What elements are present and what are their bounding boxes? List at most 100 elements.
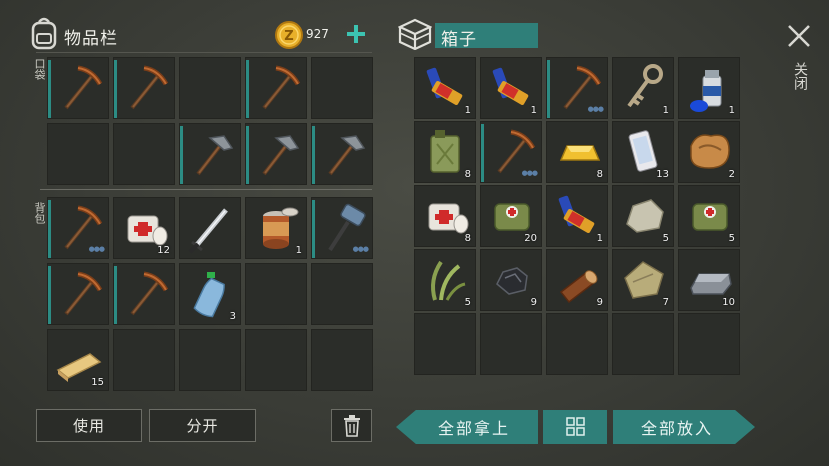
split-button[interactable]: 分开 — [149, 409, 256, 442]
leather-icon — [690, 134, 730, 169]
inventory-slot[interactable] — [678, 313, 740, 375]
svg-text:Z: Z — [284, 29, 293, 44]
pickaxe-icon — [262, 65, 301, 110]
inventory-slot[interactable] — [113, 57, 175, 119]
add-coins-button[interactable] — [344, 20, 368, 48]
inventory-slot[interactable] — [311, 57, 373, 119]
item-count: 1 — [596, 233, 603, 244]
inventory-slot[interactable]: 8 — [414, 121, 476, 183]
durability-bar — [246, 126, 249, 184]
coin-icon: Z — [275, 21, 303, 49]
item-count: 10 — [722, 297, 735, 308]
inventory-slot[interactable]: 3 — [179, 263, 241, 325]
inventory-slot[interactable]: 1 — [678, 57, 740, 119]
inventory-slot[interactable]: ●●● — [480, 121, 542, 183]
inventory-slot[interactable] — [47, 57, 109, 119]
item-count: 5 — [662, 233, 669, 244]
take-all-label: 全部拿上 — [437, 419, 510, 438]
inventory-slot[interactable]: ●●● — [47, 197, 109, 259]
inventory-slot[interactable]: 8 — [546, 121, 608, 183]
durability-bar — [312, 200, 315, 258]
battery-icon — [492, 67, 529, 105]
inventory-slot[interactable] — [311, 329, 373, 391]
durability-bar — [48, 200, 51, 258]
use-button[interactable]: 使用 — [36, 409, 142, 442]
inventory-slot[interactable]: 12 — [113, 197, 175, 259]
item-count: 15 — [91, 377, 104, 388]
inventory-slot[interactable]: 5 — [678, 185, 740, 247]
item-count: 8 — [596, 169, 603, 180]
inventory-slot[interactable] — [179, 197, 241, 259]
inventory-slot[interactable] — [245, 329, 307, 391]
take-all-button[interactable]: 全部拿上 — [396, 410, 538, 444]
inventory-slot[interactable]: 15 — [47, 329, 109, 391]
inventory-slot[interactable] — [47, 263, 109, 325]
inventory-slot[interactable]: 1 — [546, 185, 608, 247]
durability-bar — [481, 124, 484, 182]
inventory-slot[interactable] — [179, 329, 241, 391]
chest-title: 箱子 — [441, 30, 477, 50]
inventory-slot[interactable] — [311, 263, 373, 325]
canned-food-icon — [263, 207, 299, 249]
inventory-slot[interactable] — [179, 57, 241, 119]
item-count: 12 — [157, 245, 170, 256]
inventory-slot[interactable]: ●●● — [546, 57, 608, 119]
inventory-slot[interactable]: 20 — [480, 185, 542, 247]
sort-button[interactable] — [543, 410, 607, 444]
backpack-label: 背包 — [33, 202, 46, 224]
inventory-slot[interactable]: 5 — [414, 249, 476, 311]
item-count: 20 — [524, 233, 537, 244]
inventory-slot[interactable] — [113, 329, 175, 391]
close-label[interactable]: 关闭 — [790, 62, 810, 90]
inventory-slot[interactable]: 1 — [414, 57, 476, 119]
item-count: 5 — [464, 297, 471, 308]
item-count: 5 — [728, 233, 735, 244]
trash-button[interactable] — [331, 409, 372, 442]
inventory-slot[interactable] — [612, 313, 674, 375]
inventory-slot[interactable] — [546, 313, 608, 375]
durability-bar — [312, 126, 315, 184]
grid-icon — [566, 417, 585, 436]
inventory-slot[interactable] — [480, 313, 542, 375]
trash-icon — [343, 414, 360, 437]
stone-pickaxe-icon — [262, 135, 300, 176]
coin-count: 927 — [306, 27, 329, 41]
cloth-icon — [624, 261, 664, 299]
spray-can-icon — [690, 70, 722, 112]
inventory-slot[interactable]: 5 — [612, 185, 674, 247]
battery-icon — [426, 67, 463, 105]
inventory-slot[interactable]: 1 — [480, 57, 542, 119]
inventory-slot[interactable] — [47, 123, 109, 185]
inventory-slot[interactable] — [245, 263, 307, 325]
inventory-slot[interactable]: 2 — [678, 121, 740, 183]
first-aid-bag-icon — [692, 203, 728, 231]
upgrade-dots: ●●● — [587, 105, 604, 113]
inventory-slot[interactable] — [245, 57, 307, 119]
inventory-slot[interactable]: 13 — [612, 121, 674, 183]
put-all-button[interactable]: 全部放入 — [613, 410, 755, 444]
inventory-slot[interactable]: 7 — [612, 249, 674, 311]
inventory-slot[interactable] — [311, 123, 373, 185]
inventory-slot[interactable]: 1 — [612, 57, 674, 119]
close-button[interactable] — [785, 22, 813, 50]
inventory-slot[interactable]: 1 — [245, 197, 307, 259]
inventory-slot[interactable] — [113, 263, 175, 325]
inventory-slot[interactable] — [113, 123, 175, 185]
inventory-slot[interactable]: 9 — [546, 249, 608, 311]
item-count: 1 — [464, 105, 471, 116]
water-bottle-icon — [193, 272, 225, 318]
durability-bar — [48, 60, 51, 118]
inventory-slot[interactable]: 10 — [678, 249, 740, 311]
stone-pickaxe-icon — [196, 135, 234, 176]
inventory-slot[interactable] — [414, 313, 476, 375]
inventory-slot[interactable] — [245, 123, 307, 185]
plus-icon — [347, 25, 365, 43]
item-count: 2 — [728, 169, 735, 180]
key-icon — [627, 64, 663, 108]
inventory-slot[interactable] — [179, 123, 241, 185]
inventory-slot[interactable]: 8 — [414, 185, 476, 247]
inventory-slot[interactable]: ●●● — [311, 197, 373, 259]
header-divider-left — [36, 52, 372, 53]
chest-icon — [397, 18, 433, 51]
inventory-slot[interactable]: 9 — [480, 249, 542, 311]
